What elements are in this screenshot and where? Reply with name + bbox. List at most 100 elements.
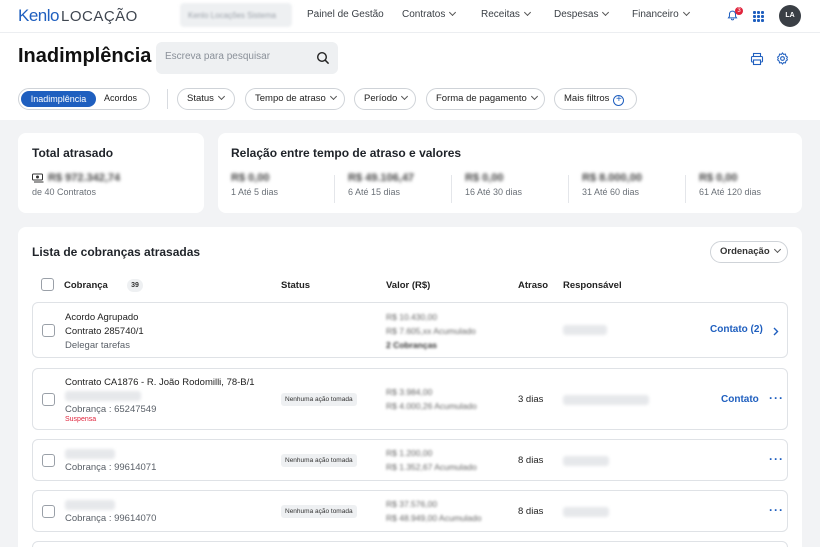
table-row[interactable]: Cobrança : 99614071 Nenhuma ação tomada … — [32, 439, 788, 481]
filter-mais-filtros[interactable]: Mais filtros + — [554, 88, 637, 110]
divider — [334, 175, 335, 203]
relation-title: Relação entre tempo de atraso e valores — [231, 146, 462, 160]
list-title: Lista de cobranças atrasadas — [32, 245, 201, 259]
summary-card: Total atrasado R$ 972.342,74 de 40 Contr… — [18, 133, 204, 213]
status-badge: Nenhuma ação tomada — [281, 454, 357, 467]
page-header: Inadimplência Inadimplência Acordos Stat… — [0, 32, 820, 120]
bucket-value: R$ 0,00 — [699, 172, 738, 184]
search-input[interactable] — [165, 51, 305, 62]
filter-status[interactable]: Status — [177, 88, 235, 110]
tab-inadimplencia[interactable]: Inadimplência — [21, 91, 96, 107]
contact-button[interactable]: Contato (2) — [710, 324, 763, 335]
row-accumulated: R$ 4.000,26 Acumulado — [386, 401, 477, 411]
contact-button[interactable]: Contato — [721, 394, 759, 405]
summary-value: R$ 972.342,74 — [48, 172, 121, 184]
search-icon[interactable] — [316, 51, 330, 65]
column-header-cobranca[interactable]: Cobrança — [64, 280, 108, 291]
apps-grid-icon[interactable] — [753, 11, 764, 22]
summary-title: Total atrasado — [32, 146, 114, 160]
row-value: R$ 3.984,00 — [386, 387, 433, 397]
tenant-name — [65, 449, 115, 459]
row-charge-id: Cobrança : 65247549 — [65, 404, 157, 415]
notification-badge: 3 — [735, 7, 743, 15]
view-toggle: Inadimplência Acordos — [18, 88, 150, 110]
bucket-label: 16 Até 30 dias — [465, 187, 523, 197]
divider — [685, 175, 686, 203]
column-header-status[interactable]: Status — [281, 280, 310, 291]
bucket-value: R$ 0,00 — [231, 172, 270, 184]
column-header-valor[interactable]: Valor (R$) — [386, 280, 430, 291]
filter-forma-de-pagamento[interactable]: Forma de pagamento — [426, 88, 545, 110]
row-checkbox[interactable] — [42, 393, 55, 406]
status-flag: Suspensa — [65, 416, 97, 423]
row-delay: 8 dias — [518, 455, 544, 466]
delegate-tasks-link[interactable]: Delegar tarefas — [65, 340, 130, 351]
row-charge-id: Cobrança : 99614071 — [65, 462, 157, 473]
row-checkbox[interactable] — [42, 505, 55, 518]
divider — [167, 89, 168, 109]
chevron-down-icon — [449, 8, 457, 17]
gear-icon[interactable] — [776, 52, 789, 65]
bucket-label: 61 Até 120 dias — [699, 187, 762, 197]
row-extra: 2 Cobranças — [386, 340, 438, 350]
status-badge: Nenhuma ação tomada — [281, 505, 357, 518]
table-row[interactable]: Contrato CA1876 - R. João Rodomilli, 78-… — [32, 368, 788, 430]
table-row[interactable]: Acordo Agrupado Contrato 285740/1 Delega… — [32, 302, 788, 358]
nav-financeiro[interactable]: Financeiro — [632, 8, 690, 20]
logo[interactable]: Kenlo LOCAÇÃO — [18, 6, 138, 26]
divider — [451, 175, 452, 203]
row-value: R$ 1.200,00 — [386, 448, 433, 458]
responsible-name — [563, 395, 649, 405]
sort-dropdown[interactable]: Ordenação — [710, 241, 788, 263]
plus-circle-icon: + — [613, 95, 625, 106]
column-header-atraso[interactable]: Atraso — [518, 280, 548, 291]
money-icon — [32, 173, 44, 183]
responsible-name — [563, 325, 607, 335]
chevron-down-icon — [401, 92, 409, 101]
filter-tempo-de-atraso[interactable]: Tempo de atraso — [245, 88, 345, 110]
tab-acordos[interactable]: Acordos — [104, 93, 137, 103]
nav-painel-de-gestao[interactable]: Painel de Gestão — [307, 9, 384, 20]
row-value: R$ 37.576,00 — [386, 499, 438, 509]
nav-contratos[interactable]: Contratos — [402, 8, 457, 20]
chevron-right-icon[interactable] — [773, 327, 779, 336]
more-icon[interactable]: ··· — [769, 503, 784, 517]
bucket-value: R$ 49.106,47 — [348, 172, 415, 184]
row-value: R$ 10.430,00 — [386, 312, 438, 322]
nav-despesas[interactable]: Despesas — [554, 8, 610, 20]
filter-periodo[interactable]: Período — [354, 88, 416, 110]
table-row[interactable]: Cobrança : 99614070 Nenhuma ação tomada … — [32, 490, 788, 532]
nav-receitas[interactable]: Receitas — [481, 8, 531, 20]
row-accumulated: R$ 1.352,67 Acumulado — [386, 462, 477, 472]
responsible-name — [563, 456, 609, 466]
row-checkbox[interactable] — [42, 324, 55, 337]
tenant-name — [65, 391, 141, 401]
table-row[interactable] — [32, 541, 788, 547]
chevron-down-icon — [682, 8, 690, 17]
responsible-name — [563, 507, 609, 517]
column-header-responsavel[interactable]: Responsável — [563, 280, 622, 291]
more-icon[interactable]: ··· — [769, 452, 784, 466]
company-selector[interactable]: Kenlo Locações Sistema — [180, 3, 292, 27]
row-title[interactable]: Contrato CA1876 - R. João Rodomilli, 78-… — [65, 377, 255, 388]
chevron-down-icon — [523, 8, 531, 17]
row-delay: 8 dias — [518, 506, 544, 517]
row-checkbox[interactable] — [42, 454, 55, 467]
overdue-list-card: Lista de cobranças atrasadas Ordenação C… — [18, 227, 802, 547]
summary-subtitle: de 40 Contratos — [32, 187, 97, 197]
bucket-value: R$ 8.000,00 — [582, 172, 642, 184]
bucket-label: 6 Até 15 dias — [348, 187, 401, 197]
row-contract[interactable]: Contrato 285740/1 — [65, 326, 144, 337]
bucket-label: 31 Até 60 dias — [582, 187, 640, 197]
bucket-value: R$ 0,00 — [465, 172, 504, 184]
count-badge: 39 — [127, 279, 143, 292]
avatar[interactable]: LA — [779, 5, 801, 27]
chevron-down-icon — [773, 245, 781, 254]
more-icon[interactable]: ··· — [769, 391, 784, 405]
chevron-down-icon — [530, 92, 538, 101]
divider — [568, 175, 569, 203]
printer-icon[interactable] — [750, 52, 764, 66]
select-all-checkbox[interactable] — [41, 278, 54, 291]
row-delay: 3 dias — [518, 394, 544, 405]
tenant-name — [65, 500, 115, 510]
